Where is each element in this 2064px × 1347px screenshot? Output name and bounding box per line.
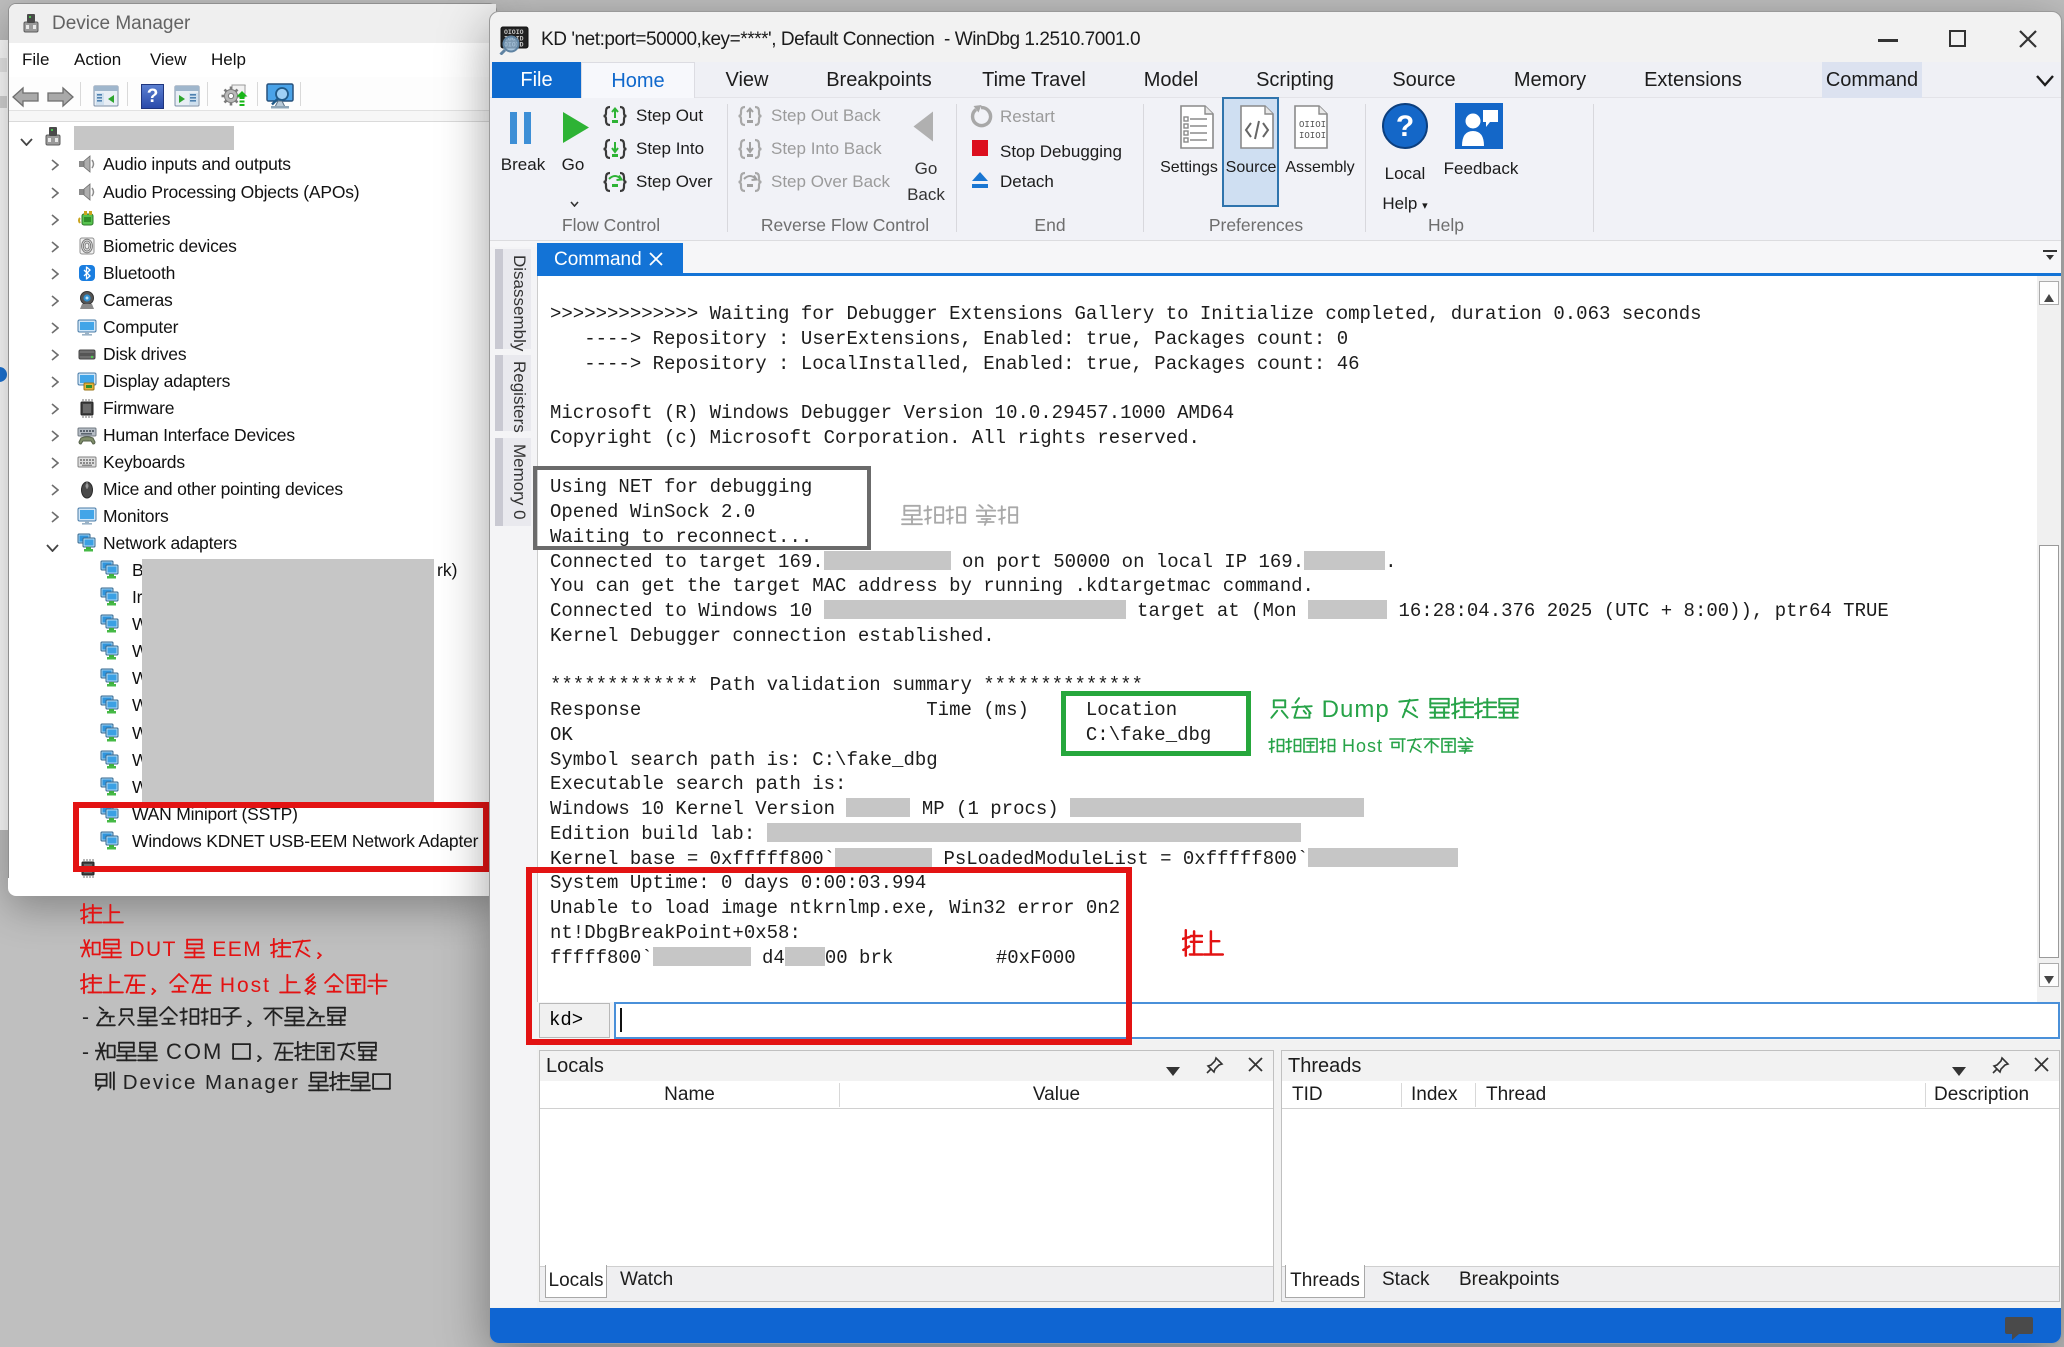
svg-text:IOIOI: IOIOI [1299, 131, 1326, 141]
svg-text:OIIOI: OIIOI [1299, 120, 1326, 130]
